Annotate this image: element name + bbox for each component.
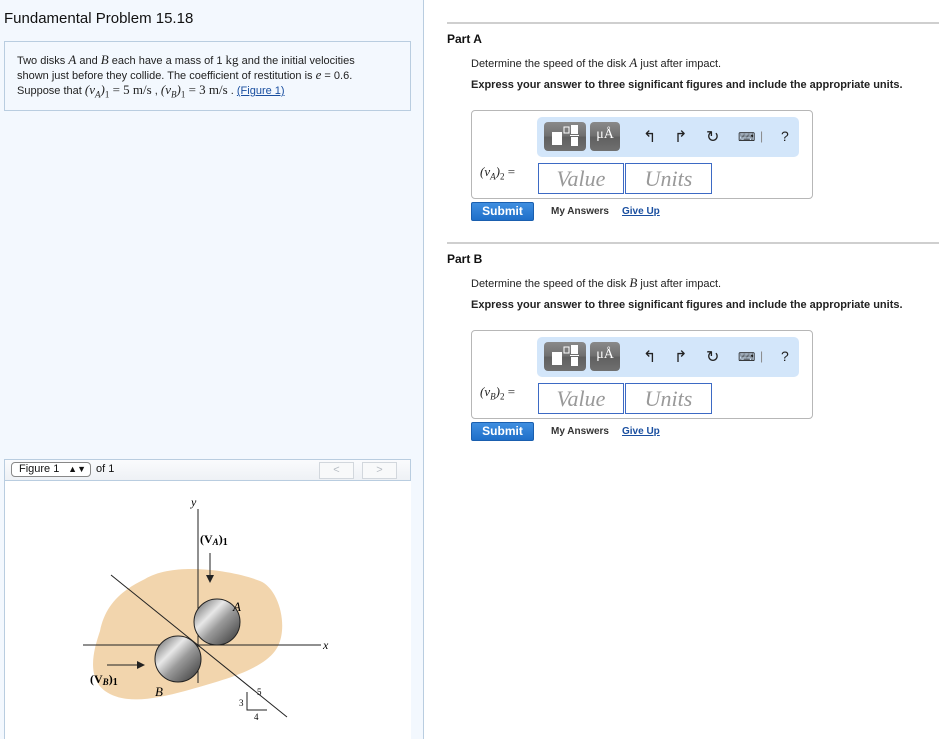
disk-a-label: A — [232, 599, 241, 614]
part-a-units-input[interactable]: Units — [625, 163, 712, 194]
part-a-title: Part A — [447, 32, 482, 46]
math-toolbar: μÅ ↰ ↱ ↻ ⌨ | ? — [537, 337, 799, 377]
x-axis-label: x — [322, 638, 329, 652]
undo-icon[interactable]: ↰ — [643, 347, 656, 367]
part-b-units-input[interactable]: Units — [625, 383, 712, 414]
part-b-my-answers-link[interactable]: My Answers — [551, 426, 609, 437]
part-a-question: Determine the speed of the disk A just a… — [471, 55, 721, 71]
part-b-answer-box: μÅ ↰ ↱ ↻ ⌨ | ? (vB)2 = Value Units — [471, 330, 813, 419]
help-icon[interactable]: ? — [781, 348, 789, 364]
question-text: just after impact. — [637, 58, 722, 70]
keyboard-icon[interactable]: ⌨ — [738, 130, 755, 144]
question-text: Determine the speed of the disk — [471, 278, 630, 290]
part-a-my-answers-link[interactable]: My Answers — [551, 206, 609, 217]
collision-diagram: y x A B (VA)1 (VB)1 3 4 5 — [83, 495, 329, 722]
keyboard-icon[interactable]: ⌨ — [738, 350, 755, 364]
part-b-separator — [447, 242, 939, 244]
va-label: (VA)1 — [200, 532, 228, 548]
slope-run: 4 — [254, 712, 259, 722]
var-b: B — [100, 52, 109, 67]
templates-icon — [552, 125, 579, 146]
statement-text: Suppose that — [17, 85, 85, 97]
part-a-submit-button[interactable]: Submit — [471, 202, 534, 221]
reset-icon[interactable]: ↻ — [706, 347, 719, 367]
math-toolbar: μÅ ↰ ↱ ↻ ⌨ | ? — [537, 117, 799, 157]
slope-rise: 3 — [239, 698, 244, 708]
reset-icon[interactable]: ↻ — [706, 127, 719, 147]
figure-toolbar: Figure 1 ▲▼ of 1 < > — [4, 459, 411, 481]
disk-b-label: B — [155, 684, 163, 699]
part-b-instruction: Express your answer to three significant… — [471, 299, 903, 311]
statement-text: shown just before they collide. The coef… — [17, 70, 316, 82]
select-arrows-icon: ▲▼ — [68, 464, 86, 474]
part-b-equation-label: (vB)2 = — [480, 384, 516, 402]
statement-text: Two disks — [17, 55, 69, 67]
e-value: = 0.6. — [321, 70, 353, 82]
vb1-symbol: (vB)1 — [160, 82, 186, 100]
prev-figure-button[interactable]: < — [319, 462, 354, 479]
figure-link[interactable]: (Figure 1) — [237, 85, 285, 97]
slope-hyp: 5 — [257, 687, 262, 697]
help-icon[interactable]: ? — [781, 128, 789, 144]
units-button[interactable]: μÅ — [590, 342, 620, 371]
part-b-value-input[interactable]: Value — [538, 383, 624, 414]
part-a-equation-label: (vA)2 = — [480, 164, 516, 182]
figure-count: of 1 — [96, 463, 115, 475]
part-a-answer-box: μÅ ↰ ↱ ↻ ⌨ | ? (vA)2 = Value Units — [471, 110, 813, 199]
redo-icon[interactable]: ↱ — [674, 127, 687, 147]
templates-icon — [552, 345, 579, 366]
figure-select[interactable]: Figure 1 ▲▼ — [11, 462, 91, 477]
statement-text: . — [227, 85, 237, 97]
statement-text: , — [151, 85, 161, 97]
part-a-give-up-link[interactable]: Give Up — [622, 206, 660, 217]
templates-button[interactable] — [544, 342, 586, 371]
question-text: Determine the speed of the disk — [471, 58, 630, 70]
part-b-title: Part B — [447, 252, 483, 266]
part-b-submit-button[interactable]: Submit — [471, 422, 534, 441]
part-b-question: Determine the speed of the disk B just a… — [471, 275, 721, 291]
problem-pane: Fundamental Problem 15.18 Two disks A an… — [0, 0, 424, 739]
va1-value: = 5 m/s — [109, 82, 152, 97]
toolbar-divider: | — [760, 349, 764, 363]
statement-text: each have a mass of 1 — [108, 55, 226, 67]
part-a-instruction: Express your answer to three significant… — [471, 79, 903, 91]
part-a-value-input[interactable]: Value — [538, 163, 624, 194]
part-a-separator — [447, 22, 939, 24]
part-b-give-up-link[interactable]: Give Up — [622, 426, 660, 437]
redo-icon[interactable]: ↱ — [674, 347, 687, 367]
problem-title: Fundamental Problem 15.18 — [4, 10, 194, 27]
problem-statement: Two disks A and B each have a mass of 1 … — [4, 41, 411, 111]
va1-symbol: (vA)1 — [84, 82, 110, 100]
mass-unit: kg — [225, 52, 239, 67]
undo-icon[interactable]: ↰ — [643, 127, 656, 147]
figure-area: y x A B (VA)1 (VB)1 3 4 5 — [4, 481, 411, 739]
units-button[interactable]: μÅ — [590, 122, 620, 151]
toolbar-divider: | — [760, 129, 764, 143]
next-figure-button[interactable]: > — [362, 462, 397, 479]
question-text: just after impact. — [637, 278, 722, 290]
statement-text: and the initial velocities — [238, 55, 355, 67]
disk-b — [154, 635, 202, 683]
templates-button[interactable] — [544, 122, 586, 151]
vb1-value: = 3 m/s — [185, 82, 228, 97]
figure-select-value: Figure 1 — [19, 463, 60, 475]
y-axis-label: y — [190, 495, 197, 509]
statement-text: and — [76, 55, 101, 67]
